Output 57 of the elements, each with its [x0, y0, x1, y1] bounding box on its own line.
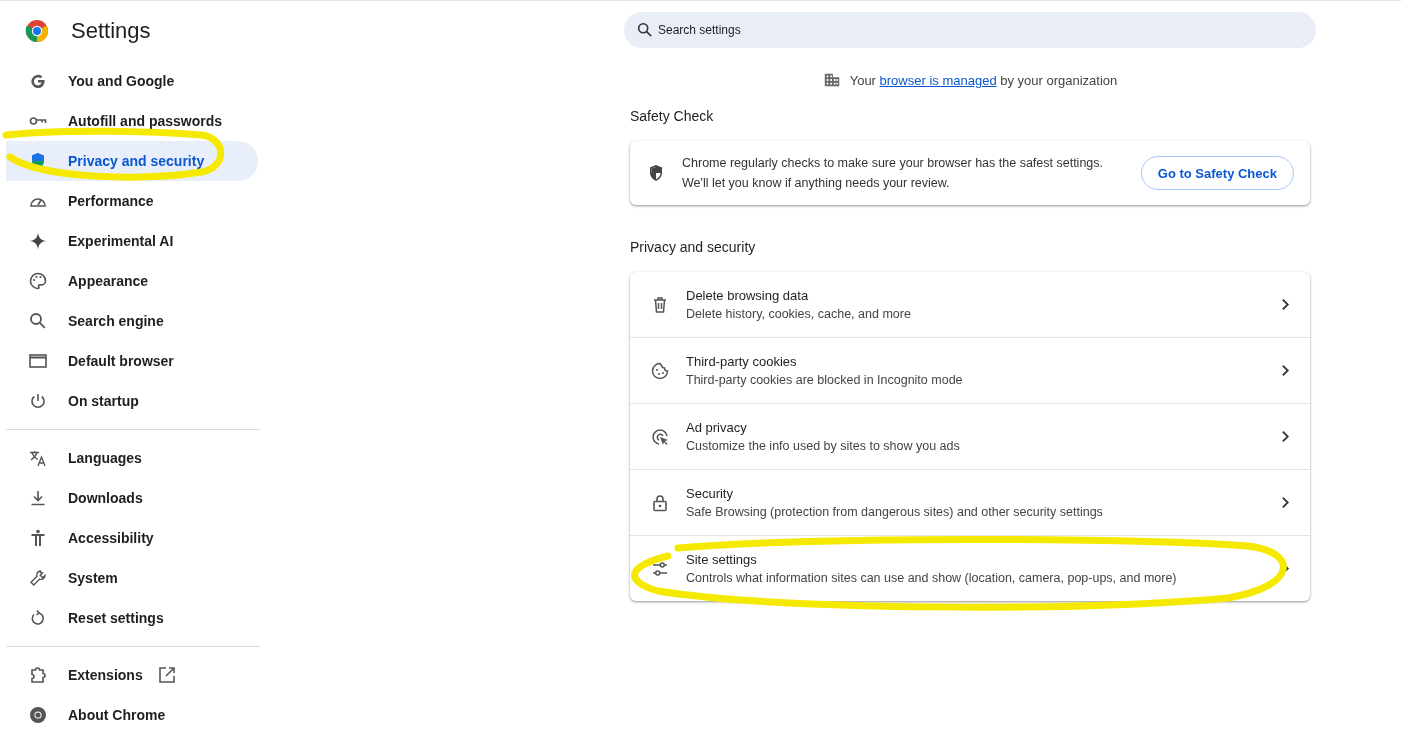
puzzle-icon [28, 665, 48, 685]
translate-icon [28, 448, 48, 468]
palette-icon [28, 271, 48, 291]
cursor-icon [650, 426, 670, 447]
row-title: Third-party cookies [686, 354, 798, 369]
cookie-icon [650, 360, 670, 381]
sidebar-item[interactable]: You and Google [6, 61, 258, 101]
row-subtitle: Customize the info used by sites to show you ads [686, 439, 961, 453]
sidebar-item[interactable]: About Chrome [6, 695, 258, 732]
settings-row[interactable]: Delete browsing data Delete history, cookies, cache, and more [630, 272, 1310, 337]
building-icon [822, 71, 841, 89]
row-subtitle: Controls what information sites can use and show (location, camera, pop-ups, and more) [686, 571, 1178, 585]
row-subtitle: Third-party cookies are blocked in Incognito mode [686, 373, 964, 387]
settings-row[interactable]: Security Safe Browsing (protection from dangerous sites) and other security settings [630, 469, 1310, 535]
sidebar-item[interactable]: Default browser [6, 341, 258, 381]
chevron-right-icon [1281, 496, 1290, 509]
section-heading: Privacy and security [630, 239, 756, 255]
row-subtitle: Delete history, cookies, cache, and more [686, 307, 912, 321]
settings-row[interactable]: Third-party cookies Third-party cookies are blocked in Incognito mode [630, 337, 1310, 403]
sidebar-item[interactable]: Downloads [6, 478, 258, 518]
search-field[interactable]: Search settings [624, 12, 1316, 48]
safety-check-text: Chrome regularly checks to make sure your browser has the safest settings. [682, 155, 1104, 172]
wrench-icon [28, 568, 48, 588]
chevron-right-icon [1281, 430, 1290, 443]
sidebar-item[interactable]: Performance [6, 181, 258, 221]
sidebar-item[interactable]: Extensions [6, 655, 258, 695]
chevron-right-icon [1281, 298, 1290, 311]
managed-notice: Your browser is managed by your organization [849, 72, 1118, 88]
sidebar-item[interactable]: Languages [6, 438, 258, 478]
lock-icon [650, 492, 670, 513]
row-subtitle: Safe Browsing (protection from dangerous sites) and other security settings [686, 505, 1104, 519]
app-title: Settings [71, 18, 151, 44]
chrome-icon [28, 705, 48, 725]
row-title: Site settings [686, 552, 758, 567]
sidebar-item[interactable]: Accessibility [6, 518, 258, 558]
sidebar-item[interactable]: System [6, 558, 258, 598]
row-title: Delete browsing data [686, 288, 810, 303]
safety-check-text: We'll let you know if anything needs your review. [682, 175, 951, 192]
sidebar-item[interactable]: Reset settings [6, 598, 258, 638]
power-icon [28, 391, 48, 411]
sidebar-item[interactable]: Appearance [6, 261, 258, 301]
settings-row[interactable]: Site settings Controls what information sites can use and show (location, camera, pop-ups, and more) [630, 535, 1310, 601]
search-icon [28, 311, 48, 331]
settings-row[interactable]: Ad privacy Customize the info used by sites to show you ads [630, 403, 1310, 469]
sidebar-item[interactable]: Autofill and passwords [6, 101, 258, 141]
row-title: Security [686, 486, 734, 501]
sidebar-item[interactable]: On startup [6, 381, 258, 421]
safety-check-button[interactable]: Go to Safety Check [1140, 156, 1294, 190]
sidebar-item[interactable]: Experimental AI [6, 221, 258, 261]
row-title: Ad privacy [686, 420, 748, 435]
window-icon [28, 351, 48, 371]
chevron-right-icon [1281, 364, 1290, 377]
chrome-logo-icon [25, 19, 49, 43]
external-link-icon[interactable] [156, 665, 177, 685]
managed-link[interactable]: browser is managed [879, 72, 997, 88]
sidebar-item[interactable]: Search engine [6, 301, 258, 341]
section-heading: Safety Check [630, 108, 714, 124]
